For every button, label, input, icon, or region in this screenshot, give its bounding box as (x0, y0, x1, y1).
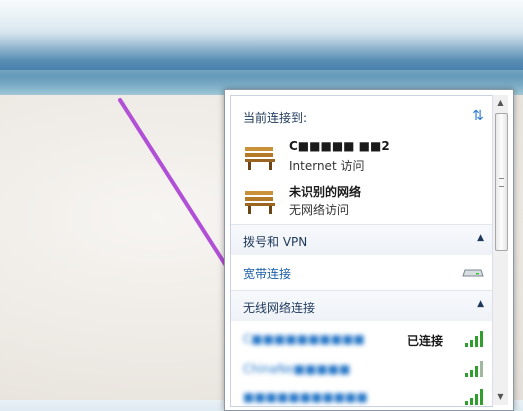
modem-icon (462, 269, 484, 277)
bench-network-icon (245, 147, 275, 170)
dialup-vpn-section[interactable]: 拨号和 VPN ▲ (231, 224, 492, 255)
sky-background (0, 0, 523, 60)
scroll-down-arrow[interactable]: ▼ (493, 389, 508, 405)
wifi-network-name[interactable]: C■■■■■■■■■■ (243, 332, 365, 346)
wifi-network-name[interactable]: ■■■■■■■■■■■ (243, 390, 368, 404)
bench-network-icon (245, 191, 275, 214)
connection-status: Internet 访问 (289, 159, 365, 173)
scrollbar-grip (499, 178, 504, 187)
wifi-connected-status: 已连接 (407, 334, 444, 348)
chevron-up-icon[interactable]: ▲ (477, 299, 484, 309)
scrollbar-thumb[interactable] (495, 113, 508, 251)
connection-item-internet[interactable]: C■■■■■ ■■2 Internet 访问 (243, 139, 483, 175)
wifi-signal-icon (465, 331, 483, 347)
connection-item-unidentified[interactable]: 未识别的网络 无网络访问 (243, 183, 483, 219)
wifi-signal-icon (465, 361, 483, 377)
wifi-signal-icon (465, 389, 483, 405)
scroll-up-arrow[interactable]: ▲ (493, 95, 508, 111)
chevron-up-icon[interactable]: ▲ (477, 233, 484, 243)
connection-name: 未识别的网络 (289, 185, 362, 199)
broadband-connection-link[interactable]: 宽带连接 (243, 265, 291, 282)
refresh-icon[interactable]: ⇅ (470, 108, 486, 124)
vertical-scrollbar[interactable]: ▲ ▼ (492, 95, 508, 405)
section-title: 拨号和 VPN (243, 235, 308, 249)
current-connection-header: 当前连接到: (243, 111, 308, 125)
connection-name: C■■■■■ ■■2 (289, 139, 390, 153)
wireless-section[interactable]: 无线网络连接 ▲ (231, 290, 492, 321)
section-title: 无线网络连接 (243, 301, 316, 315)
wifi-network-name[interactable]: ChinaNe■■■■■ (243, 362, 350, 376)
connection-status: 无网络访问 (289, 203, 350, 217)
network-list: 当前连接到: ⇅ C■■■■■ ■■2 Internet 访问 未识别的网络 无… (230, 95, 493, 407)
network-flyout-panel: 当前连接到: ⇅ C■■■■■ ■■2 Internet 访问 未识别的网络 无… (224, 89, 514, 411)
